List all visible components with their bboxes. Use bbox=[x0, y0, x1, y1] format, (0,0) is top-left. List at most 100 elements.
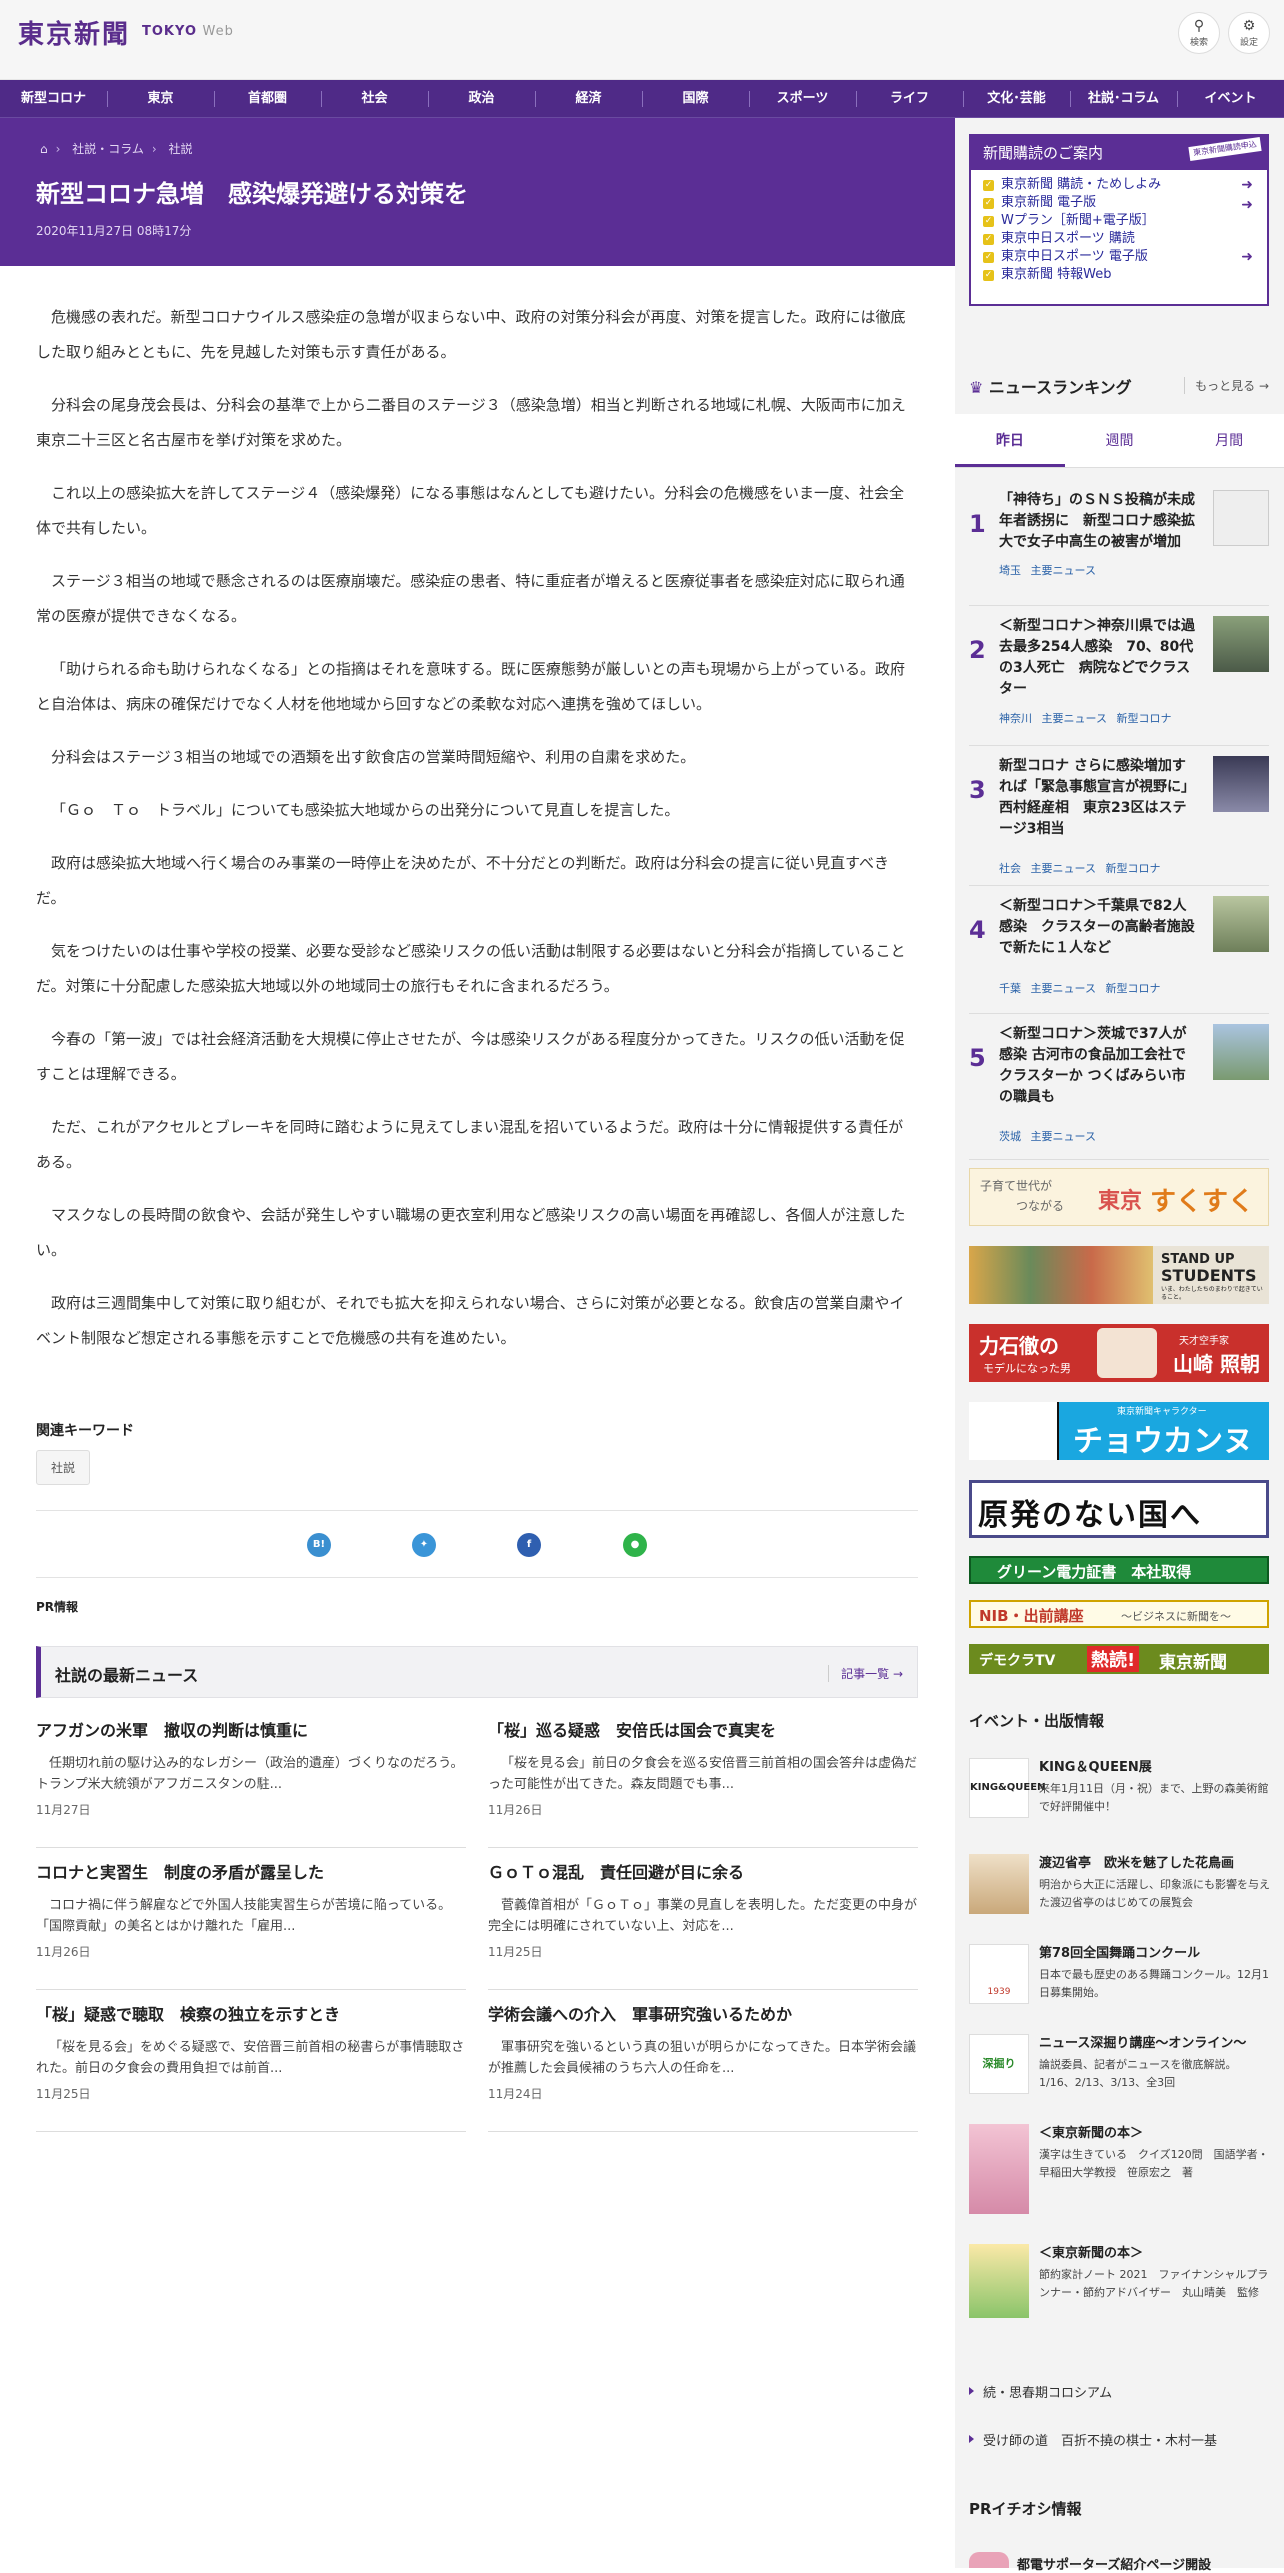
ranking-item[interactable]: 4 ＜新型コロナ＞千葉県で82人感染 クラスターの高齢者施設で新たに１人など 千… bbox=[969, 886, 1269, 1014]
ranking-title: ♛ ニュースランキング bbox=[969, 374, 1132, 398]
nav-item-column[interactable]: 社説･コラム bbox=[1070, 80, 1177, 117]
latest-more-link[interactable]: 記事一覧 → bbox=[828, 1665, 903, 1682]
latest-card-title: コロナと実習生 制度の矛盾が露呈した bbox=[36, 1863, 325, 1882]
subscription-link[interactable]: ✓ 東京中日スポーツ 電子版 ➜ bbox=[979, 248, 1259, 266]
latest-card[interactable]: ＧｏＴｏ混乱 責任回避が目に余る 菅義偉首相が「ＧｏＴｏ」事業の見直しを表明した。… bbox=[488, 1860, 918, 1990]
nav-item-event[interactable]: イベント bbox=[1177, 80, 1284, 117]
event-item[interactable]: 渡辺省亭 欧米を魅了した花鳥画 明治から大正に活躍し、印象派にも影響を与えた渡辺… bbox=[969, 1854, 1270, 1918]
pr-pick-item[interactable]: 都電サポーターズ紹介ページ開設 bbox=[1017, 2554, 1211, 2573]
keyword-tag[interactable]: 社説 bbox=[36, 1450, 91, 1485]
latest-card[interactable]: 「桜」巡る疑惑 安倍氏は国会で真実を 「桜を見る会」前日の夕食会を巡る安倍晋三前首… bbox=[488, 1718, 918, 1848]
latest-card[interactable]: コロナと実習生 制度の矛盾が露呈した コロナ禍に伴う解雇などで外国人技能実習生らが… bbox=[36, 1860, 466, 1990]
event-thumbnail: KING&QUEEN bbox=[969, 1758, 1045, 1818]
event-title: KING＆QUEEN展 bbox=[1039, 1760, 1152, 1775]
event-item[interactable]: ＜東京新聞の本＞ 節約家計ノート 2021 ファイナンシャルプランナー・節約アド… bbox=[969, 2244, 1269, 2324]
latest-card[interactable]: 「桜」疑惑で聴取 検察の独立を示すとき 「桜を見る会」をめぐる疑惑で、安倍晋三前首… bbox=[36, 2002, 466, 2132]
subscription-link-label: 東京新聞 特報Web bbox=[1001, 267, 1112, 282]
nav-item-sports[interactable]: スポーツ bbox=[749, 80, 856, 117]
nav-item-world[interactable]: 国際 bbox=[642, 80, 749, 117]
event-title: 渡辺省亭 欧米を魅了した花鳥画 bbox=[1039, 1856, 1235, 1871]
twitter-icon[interactable]: ✦ bbox=[412, 1533, 436, 1557]
subscription-link-label: 東京中日スポーツ 購読 bbox=[1001, 231, 1135, 246]
latest-news-header: 社説の最新ニュース 記事一覧 → bbox=[36, 1646, 918, 1698]
ranking-more-link[interactable]: もっと見る → bbox=[1184, 377, 1269, 394]
tab-monthly[interactable]: 月間 bbox=[1174, 414, 1284, 467]
ranking-more-label: もっと見る bbox=[1195, 379, 1256, 393]
banner-text: 東京新聞 bbox=[1159, 1653, 1227, 1673]
home-icon[interactable]: ⌂ bbox=[40, 142, 48, 156]
ranking-item[interactable]: 2 ＜新型コロナ＞神奈川県では過去最多254人感染 70、80代の3人死亡 病院… bbox=[969, 606, 1269, 746]
article-paragraph: 政府は感染拡大地域へ行く場合のみ事業の一時停止を決めたが、不十分だとの判断だ。政… bbox=[36, 854, 890, 907]
democra-tv-banner[interactable]: デモクラTV 熱読! 東京新聞 bbox=[969, 1644, 1269, 1674]
pr-pick-title: PRイチオシ情報 bbox=[969, 2500, 1082, 2518]
subscription-link[interactable]: ✓ 東京新聞 購読・ためしよみ ➜ bbox=[979, 176, 1259, 194]
subscription-link[interactable]: ✓ 東京新聞 電子版 ➜ bbox=[979, 194, 1259, 213]
event-item[interactable]: KING&QUEEN KING＆QUEEN展 来年1月11日（月・祝）まで、上野… bbox=[969, 1758, 1269, 1822]
banner-text: STUDENTS bbox=[1161, 1266, 1257, 1285]
nav-item-shutoken[interactable]: 首都圏 bbox=[214, 80, 321, 117]
line-icon[interactable]: ● bbox=[623, 1533, 647, 1557]
breadcrumb-column[interactable]: 社説・コラム bbox=[72, 142, 144, 156]
banner-text: モデルになった男 bbox=[983, 1362, 1071, 1375]
subscription-link[interactable]: ✓ Wプラン［新聞+電子版］ bbox=[979, 212, 1259, 230]
article-date: 2020年11月27日 08時17分 bbox=[36, 224, 192, 238]
latest-card-title: 学術会議への介入 軍事研究強いるためか bbox=[488, 2005, 793, 2024]
hatena-icon[interactable]: B! bbox=[307, 1533, 331, 1557]
banner-text: 山崎 照朝 bbox=[1173, 1352, 1260, 1376]
banner-text: 天才空手家 bbox=[1179, 1336, 1229, 1347]
event-thumbnail bbox=[969, 1854, 1029, 1914]
latest-card[interactable]: アフガンの米軍 撤収の判断は慎重に 任期切れ前の駆け込み的なレガシー（政治的遺産）… bbox=[36, 1718, 466, 1848]
banner-text: 熱読! bbox=[1087, 1646, 1140, 1672]
ranking-number: 5 bbox=[969, 1044, 986, 1072]
ranking-tags: 神奈川 主要ニュース 新型コロナ bbox=[999, 712, 1172, 725]
event-summary: 論説委員、記者がニュースを徹底解説。1/16、2/13、3/13、全3回 bbox=[1039, 2058, 1237, 2089]
banner-photo bbox=[969, 1246, 1153, 1304]
subscription-link[interactable]: ✓ 東京中日スポーツ 購読 bbox=[979, 230, 1259, 248]
ranking-thumbnail bbox=[1213, 616, 1269, 672]
sidebar: 新聞購読のご案内 東京新聞購読申込 ✓ 東京新聞 購読・ためしよみ ➜ ✓ 東京新聞 電… bbox=[955, 118, 1284, 2573]
nav-item-economy[interactable]: 経済 bbox=[535, 80, 642, 117]
students-banner[interactable]: STAND UP STUDENTS いま、わたしたちのまわりで起きていること。 bbox=[969, 1246, 1269, 1304]
nav-item-culture[interactable]: 文化･芸能 bbox=[963, 80, 1070, 117]
settings-button[interactable]: ⚙ 設定 bbox=[1228, 12, 1270, 54]
choukanne-banner[interactable]: 東京新聞キャラクター チョウカンヌ bbox=[969, 1402, 1269, 1460]
site-logo[interactable]: 東京新聞 bbox=[18, 14, 130, 51]
ranking-item[interactable]: 5 ＜新型コロナ＞茨城で37人が感染 古河市の食品加工会社でクラスターか つくば… bbox=[969, 1014, 1269, 1160]
tab-yesterday[interactable]: 昨日 bbox=[955, 414, 1065, 467]
article-paragraph: 危機感の表れだ。新型コロナウイルス感染症の急増が収まらない中、政府の対策分科会が… bbox=[36, 308, 906, 361]
ranking-headline: ＜新型コロナ＞千葉県で82人感染 クラスターの高齢者施設で新たに１人など bbox=[999, 898, 1195, 956]
subscription-link[interactable]: ✓ 東京新聞 特報Web bbox=[979, 266, 1259, 284]
nib-banner[interactable]: NIB・出前講座 〜ビジネスに新聞を〜 bbox=[969, 1600, 1269, 1628]
banner-portrait bbox=[1097, 1328, 1157, 1378]
share-bar: B! ✦ f ● bbox=[36, 1510, 918, 1578]
search-button[interactable]: ⚲ 検索 bbox=[1178, 12, 1220, 54]
nav-item-tokyo[interactable]: 東京 bbox=[107, 80, 214, 117]
nav-item-society[interactable]: 社会 bbox=[321, 80, 428, 117]
nav-item-politics[interactable]: 政治 bbox=[428, 80, 535, 117]
green-power-banner[interactable]: グリーン電力証書 本社取得 bbox=[969, 1556, 1269, 1584]
yamazaki-banner[interactable]: 力石徹の モデルになった男 天才空手家 山崎 照朝 bbox=[969, 1324, 1269, 1382]
event-title: ニュース深掘り講座～オンライン～ bbox=[1039, 2036, 1247, 2051]
nav-item-corona[interactable]: 新型コロナ bbox=[0, 80, 107, 117]
event-item[interactable]: 深掘り ニュース深掘り講座～オンライン～ 論説委員、記者がニュースを徹底解説。1… bbox=[969, 2034, 1269, 2098]
banner-text: NIB・出前講座 bbox=[979, 1607, 1084, 1625]
sidebar-link[interactable]: 続・思春期コロシアム bbox=[969, 2382, 1269, 2401]
event-item[interactable]: ＜東京新聞の本＞ 漢字は生きている クイズ120問 国語学者・早稲田大学教授 笹… bbox=[969, 2124, 1269, 2224]
ranking-item[interactable]: 3 新型コロナ さらに感染増加すれば「緊急事態宣言が視野に」西村経産相 東京23… bbox=[969, 746, 1269, 886]
tab-weekly[interactable]: 週間 bbox=[1065, 414, 1175, 467]
breadcrumb-editorial[interactable]: 社説 bbox=[169, 142, 193, 156]
article-header: ⌂ › 社説・コラム › 社説 新型コロナ急増 感染爆発避ける対策を 2020年11… bbox=[0, 118, 955, 266]
ranking-item[interactable]: 1 「神待ち」のＳＮＳ投稿が未成年者誘拐に 新型コロナ感染拡大で女子中高生の被害… bbox=[969, 480, 1269, 606]
genpatsu-banner[interactable]: 原発のない国へ bbox=[969, 1480, 1269, 1538]
event-summary: 明治から大正に活躍し、印象派にも影響を与えた渡辺省亭のはじめての展覧会 bbox=[1039, 1878, 1270, 1909]
latest-news-title: 社説の最新ニュース bbox=[55, 1666, 199, 1685]
latest-card[interactable]: 学術会議への介入 軍事研究強いるためか 軍事研究を強いるという真の狙いが明らかにな… bbox=[488, 2002, 918, 2132]
latest-card-date: 11月26日 bbox=[36, 1945, 91, 1959]
ranking-tags: 茨城 主要ニュース bbox=[999, 1130, 1096, 1143]
settings-label: 設定 bbox=[1239, 38, 1258, 48]
event-item[interactable]: 1939 第78回全国舞踊コンクール 日本で最も歴史のある舞踊コンクール。12月… bbox=[969, 1944, 1269, 2008]
sukusuku-banner[interactable]: 子育て世代が つながる 東京 すくすく bbox=[969, 1168, 1269, 1226]
sidebar-link[interactable]: 受け師の道 百折不撓の棋士・木村一基 bbox=[969, 2430, 1269, 2449]
facebook-icon[interactable]: f bbox=[517, 1533, 541, 1557]
nav-item-life[interactable]: ライフ bbox=[856, 80, 963, 117]
